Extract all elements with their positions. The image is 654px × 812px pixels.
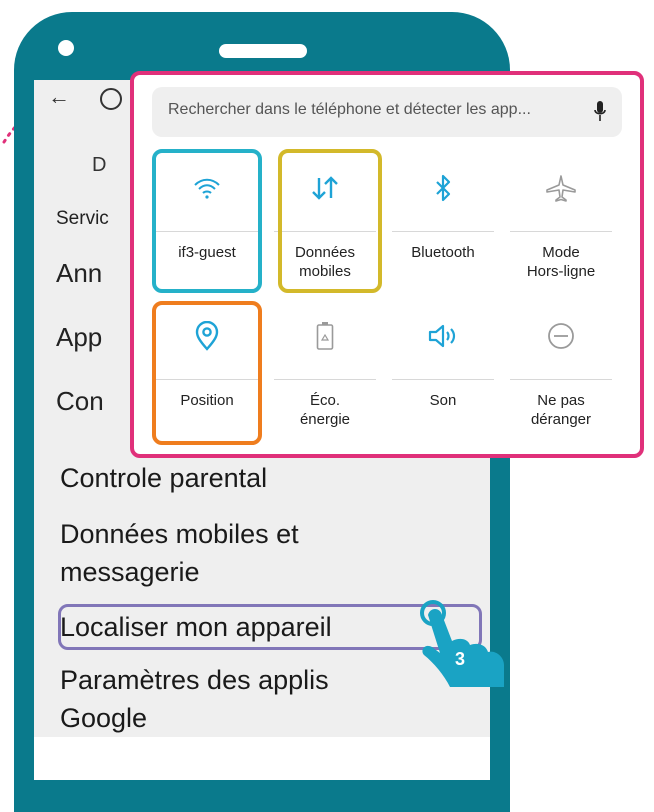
microphone-icon[interactable]	[594, 101, 606, 123]
airplane-icon	[502, 169, 620, 207]
tile-battery-saver[interactable]: Éco. énergie	[266, 299, 384, 439]
screen-bottom-blank	[34, 737, 490, 780]
section-heading-fragment: Servic	[56, 208, 109, 229]
bluetooth-icon	[384, 169, 502, 207]
sound-icon	[384, 317, 502, 355]
battery-saver-icon	[266, 317, 384, 355]
search-circle-icon[interactable]	[100, 88, 122, 110]
tile-label: Son	[429, 392, 457, 409]
tile-do-not-disturb[interactable]: Ne pas déranger	[502, 299, 620, 439]
do-not-disturb-icon	[502, 317, 620, 355]
tile-bluetooth[interactable]: Bluetooth	[384, 151, 502, 291]
menu-item-partial-3[interactable]: Con	[56, 386, 104, 417]
tile-label: Mode Hors-ligne	[526, 244, 596, 280]
menu-item-mobile-data-line1[interactable]: Données mobiles et	[60, 516, 299, 552]
menu-item-google-settings-line2[interactable]: Google	[60, 700, 147, 736]
position-tile-highlight	[152, 301, 262, 445]
menu-item-partial-1[interactable]: Ann	[56, 258, 102, 289]
tile-divider	[510, 379, 612, 380]
front-camera	[58, 40, 74, 56]
wifi-tile-highlight	[152, 149, 262, 293]
tile-label: Bluetooth	[411, 244, 475, 261]
tile-divider	[274, 379, 376, 380]
tile-label: Ne pas déranger	[530, 392, 592, 428]
tile-divider	[392, 231, 494, 232]
page-title-fragment: D	[92, 154, 107, 176]
menu-item-partial-2[interactable]: App	[56, 322, 102, 353]
phone-speaker	[219, 44, 307, 58]
menu-item-google-settings-line1[interactable]: Paramètres des applis	[60, 662, 329, 698]
tile-label: Éco. énergie	[299, 392, 351, 428]
tile-sound[interactable]: Son	[384, 299, 502, 439]
tile-airplane-mode[interactable]: Mode Hors-ligne	[502, 151, 620, 291]
quick-settings-search-bar[interactable]: Rechercher dans le téléphone et détecter…	[152, 87, 622, 137]
menu-item-mobile-data-line2[interactable]: messagerie	[60, 554, 200, 590]
quick-settings-panel: Rechercher dans le téléphone et détecter…	[130, 71, 644, 458]
step-number-badge: 3	[454, 649, 465, 669]
menu-item-parental-control[interactable]: Controle parental	[60, 460, 267, 496]
tile-divider	[510, 231, 612, 232]
back-arrow-icon[interactable]: ←	[48, 84, 70, 110]
search-placeholder: Rechercher dans le téléphone et détecter…	[168, 101, 531, 118]
tile-divider	[392, 379, 494, 380]
mobile-data-tile-highlight	[278, 149, 382, 293]
